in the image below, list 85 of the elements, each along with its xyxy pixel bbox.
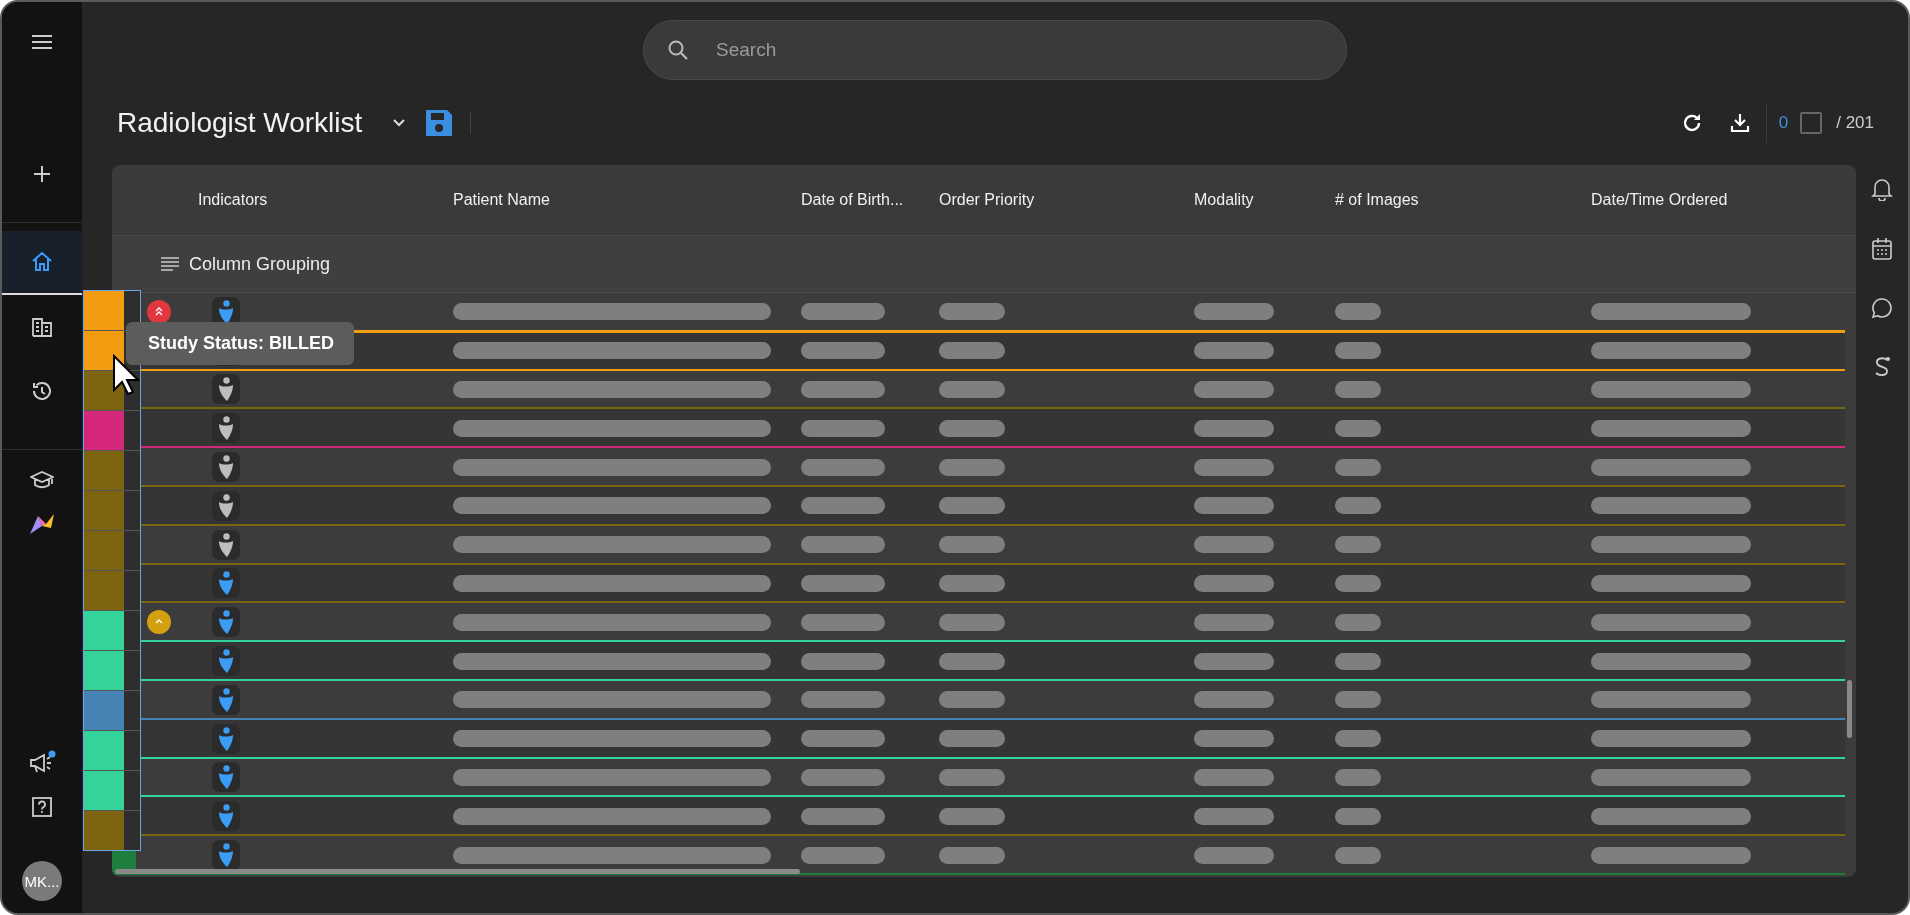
redacted-value — [939, 768, 1005, 786]
status-color-swatch[interactable] — [84, 691, 124, 730]
patient-indicator-icon[interactable] — [212, 840, 240, 871]
redacted-value — [1335, 652, 1381, 670]
column-header[interactable]: # of Images — [1327, 191, 1583, 209]
redacted-value — [1335, 303, 1381, 321]
patient-indicator-icon[interactable] — [212, 801, 240, 832]
selected-count: 0 — [1778, 113, 1789, 133]
redacted-value — [939, 730, 1005, 748]
redacted-value — [1335, 342, 1381, 360]
status-color-swatch[interactable] — [84, 411, 124, 450]
redacted-value — [939, 419, 1005, 437]
status-color-swatch[interactable] — [84, 491, 124, 530]
redacted-value — [1335, 458, 1381, 476]
redacted-value — [1335, 536, 1381, 554]
redacted-value — [1335, 497, 1381, 515]
status-color-swatch[interactable] — [84, 651, 124, 690]
bell-icon[interactable] — [1871, 177, 1894, 201]
patient-indicator-icon[interactable] — [212, 684, 240, 715]
redacted-value — [939, 458, 1005, 476]
patient-indicator-icon[interactable] — [212, 762, 240, 793]
stat-priority-icon — [147, 299, 171, 324]
vertical-scrollbar[interactable] — [1847, 680, 1853, 738]
column-header[interactable]: Date of Birth... — [793, 191, 931, 209]
tooltip: Study Status: BILLED — [126, 322, 354, 365]
redacted-value — [939, 846, 1005, 864]
patient-indicator-icon[interactable] — [212, 646, 240, 677]
horizontal-scrollbar[interactable] — [115, 869, 800, 874]
status-color-swatch[interactable] — [84, 571, 124, 610]
column-header[interactable]: Patient Name — [445, 191, 793, 209]
redacted-value — [939, 613, 1005, 631]
redacted-value — [1335, 807, 1381, 825]
redacted-value — [939, 536, 1005, 554]
redacted-value — [1335, 574, 1381, 592]
redacted-value — [1335, 691, 1381, 709]
redacted-value — [939, 342, 1005, 360]
redacted-value — [939, 807, 1005, 825]
status-color-swatch[interactable] — [84, 611, 124, 650]
calendar-icon[interactable] — [1871, 237, 1894, 261]
column-header[interactable]: Order Priority — [931, 191, 1186, 209]
s-curve-icon[interactable] — [1872, 355, 1893, 377]
patient-indicator-icon[interactable] — [212, 413, 240, 444]
redacted-value — [1335, 381, 1381, 398]
patient-indicator-icon[interactable] — [212, 490, 240, 521]
redacted-value — [1335, 419, 1381, 437]
high-priority-icon — [147, 610, 171, 635]
redacted-value — [939, 574, 1005, 592]
grouping-icon — [161, 257, 179, 271]
patient-indicator-icon[interactable] — [212, 529, 240, 560]
column-header[interactable]: Modality — [1186, 191, 1327, 209]
patient-indicator-icon[interactable] — [212, 723, 240, 754]
column-header[interactable]: Indicators — [190, 191, 445, 209]
patient-indicator-icon[interactable] — [212, 568, 240, 599]
redacted-value — [939, 691, 1005, 709]
select-all-checkbox[interactable] — [1800, 112, 1823, 134]
redacted-value — [1335, 846, 1381, 864]
redacted-value — [1335, 768, 1381, 786]
redacted-value — [939, 303, 1005, 321]
status-color-swatch[interactable] — [84, 811, 124, 850]
column-header[interactable]: Date/Time Ordered — [1583, 191, 1845, 209]
search-icon — [667, 39, 689, 61]
search-field[interactable]: Search — [643, 20, 1347, 80]
status-color-swatch[interactable] — [84, 731, 124, 770]
status-color-swatch[interactable] — [84, 771, 124, 810]
column-grouping-label[interactable]: Column Grouping — [189, 253, 331, 275]
worklist-title: Radiologist Worklist — [117, 107, 363, 139]
status-color-swatch[interactable] — [84, 291, 124, 330]
redacted-value — [1335, 730, 1381, 748]
mouse-cursor-icon — [112, 354, 140, 396]
dropdown-caret-icon[interactable] — [392, 118, 407, 128]
home-icon[interactable] — [2, 231, 82, 295]
redacted-value — [939, 497, 1005, 515]
patient-indicator-icon[interactable] — [212, 607, 240, 638]
status-color-swatch[interactable] — [84, 451, 124, 490]
redacted-value — [939, 381, 1005, 398]
patient-indicator-icon[interactable] — [212, 452, 240, 483]
redacted-value — [939, 652, 1005, 670]
user-avatar[interactable]: MK... — [22, 861, 62, 901]
patient-indicator-icon[interactable] — [212, 374, 240, 405]
total-count: / 201 — [1836, 113, 1874, 133]
chat-bubble-icon[interactable] — [1871, 297, 1894, 319]
redacted-value — [1335, 613, 1381, 631]
status-color-swatch[interactable] — [84, 531, 124, 570]
status-color-swatch[interactable] — [84, 331, 124, 370]
save-icon[interactable] — [424, 108, 455, 138]
